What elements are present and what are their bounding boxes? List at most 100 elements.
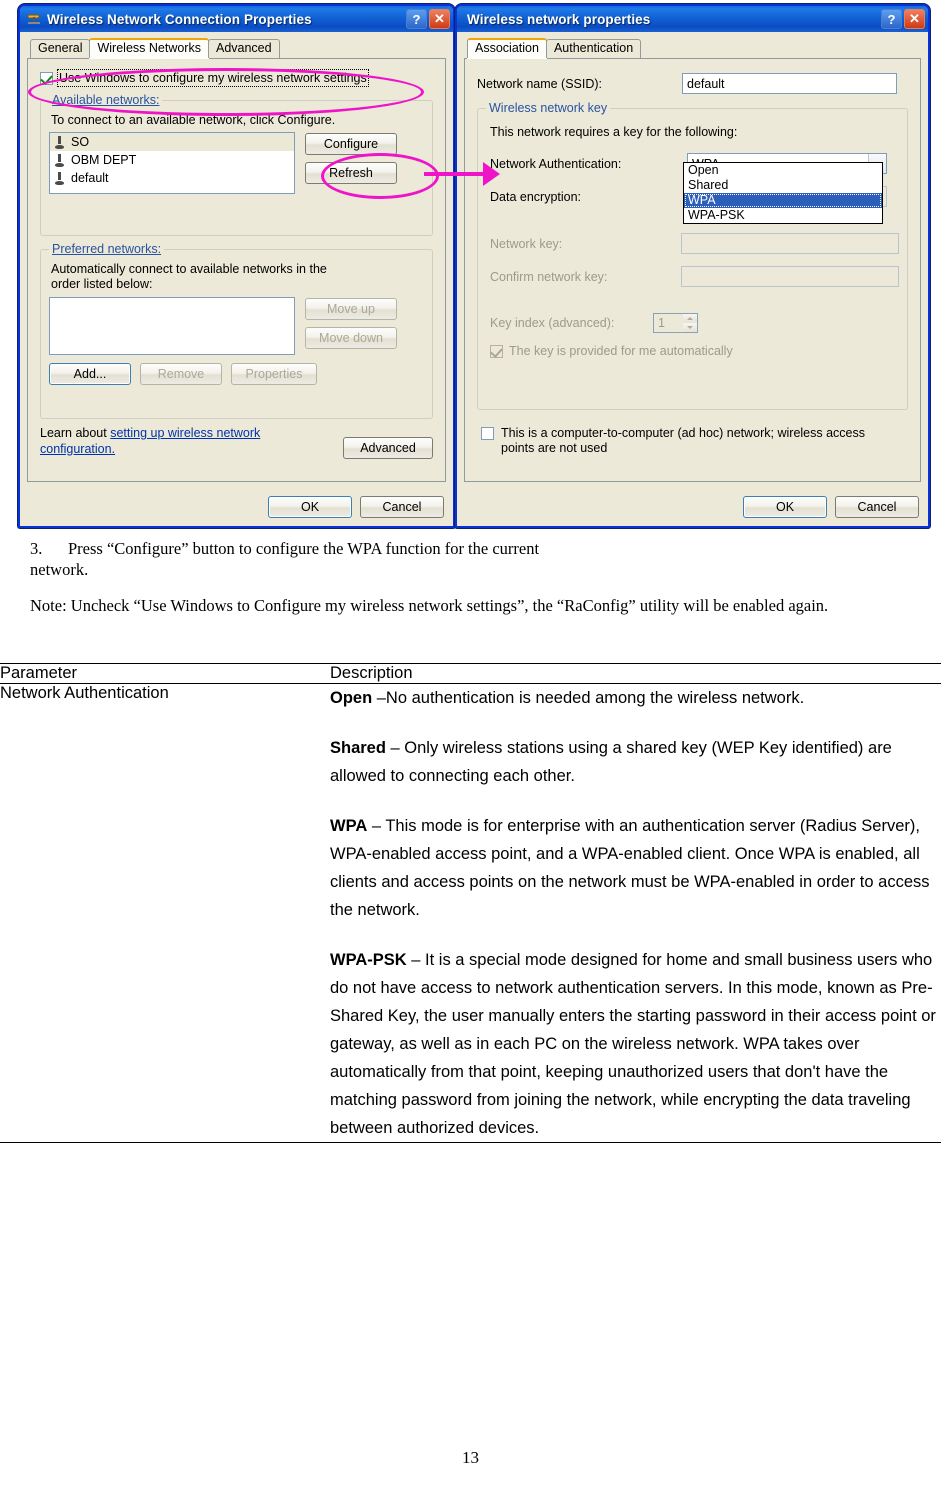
use-windows-checkbox-label: Use Windows to configure my wireless net… bbox=[57, 69, 369, 87]
use-windows-checkbox[interactable] bbox=[40, 71, 53, 85]
access-point-icon bbox=[55, 171, 64, 185]
network-authentication-dropdown-list[interactable]: Open Shared WPA WPA-PSK bbox=[683, 162, 883, 224]
confirm-network-key-label: Confirm network key: bbox=[490, 269, 608, 284]
network-key-input[interactable] bbox=[680, 233, 899, 254]
access-point-icon bbox=[55, 135, 64, 149]
association-tab-page: Network name (SSID): default Wireless ne… bbox=[464, 58, 921, 482]
remove-button[interactable]: Remove bbox=[140, 363, 222, 385]
wireless-networks-tab-page: Use Windows to configure my wireless net… bbox=[27, 58, 446, 482]
move-down-button[interactable]: Move down bbox=[305, 327, 397, 349]
cancel-button[interactable]: Cancel bbox=[360, 496, 444, 518]
help-button[interactable]: ? bbox=[881, 9, 902, 29]
advanced-button[interactable]: Advanced bbox=[343, 437, 433, 459]
text-wpa: – This mode is for enterprise with an au… bbox=[330, 817, 930, 919]
use-windows-checkbox-row[interactable]: Use Windows to configure my wireless net… bbox=[40, 69, 435, 87]
right-dialog-body: Association Authentication Network name … bbox=[457, 32, 928, 526]
description-paragraph-open: Open –No authentication is needed among … bbox=[330, 684, 941, 712]
configure-button[interactable]: Configure bbox=[305, 133, 397, 155]
list-item[interactable]: OBM DEPT bbox=[50, 151, 294, 169]
right-dialog-tabs: Association Authentication bbox=[464, 38, 921, 58]
list-item[interactable]: SO bbox=[50, 133, 294, 151]
wireless-network-connection-properties-dialog: Wireless Network Connection Properties ?… bbox=[18, 4, 455, 528]
tab-general[interactable]: General bbox=[30, 39, 91, 58]
adhoc-checkbox-row[interactable]: This is a computer-to-computer (ad hoc) … bbox=[481, 426, 910, 456]
cancel-button[interactable]: Cancel bbox=[835, 496, 919, 518]
step-3: 3. Press “Configure” button to configure… bbox=[30, 538, 550, 580]
wireless-network-properties-dialog: Wireless network properties ? ✕ Associat… bbox=[455, 4, 930, 528]
term-shared: Shared bbox=[330, 739, 386, 757]
ok-button[interactable]: OK bbox=[268, 496, 352, 518]
text-wpapsk: – It is a special mode designed for home… bbox=[330, 951, 936, 1137]
stepper-up-icon[interactable] bbox=[683, 314, 697, 323]
tab-advanced[interactable]: Advanced bbox=[207, 39, 280, 58]
table-row: Network Authentication Open –No authenti… bbox=[0, 683, 941, 1143]
left-dialog-titlebar: Wireless Network Connection Properties ?… bbox=[20, 6, 453, 32]
adhoc-checkbox[interactable] bbox=[481, 427, 494, 440]
key-index-label: Key index (advanced): bbox=[490, 316, 615, 330]
ok-button[interactable]: OK bbox=[743, 496, 827, 518]
confirm-network-key-input[interactable] bbox=[680, 266, 899, 287]
key-index-stepper[interactable]: 1 bbox=[653, 313, 698, 333]
term-wpa: WPA bbox=[330, 817, 368, 835]
preferred-networks-group: Preferred networks: Automatically connec… bbox=[40, 242, 433, 419]
access-point-icon bbox=[55, 153, 64, 167]
properties-button[interactable]: Properties bbox=[231, 363, 317, 385]
dropdown-option[interactable]: Open bbox=[684, 163, 882, 178]
auto-key-checkbox[interactable] bbox=[490, 344, 503, 358]
help-button[interactable]: ? bbox=[406, 9, 427, 29]
close-icon[interactable]: ✕ bbox=[429, 9, 450, 29]
add-button[interactable]: Add... bbox=[49, 363, 131, 385]
tab-wireless-networks[interactable]: Wireless Networks bbox=[89, 38, 209, 58]
network-name: OBM DEPT bbox=[71, 153, 137, 167]
screenshot-figure: Wireless Network Connection Properties ?… bbox=[0, 0, 941, 530]
wireless-network-key-legend: Wireless network key bbox=[486, 101, 611, 115]
left-dialog-button-row: OK Cancel bbox=[268, 496, 444, 518]
text-shared: – Only wireless stations using a shared … bbox=[330, 739, 892, 785]
auto-key-checkbox-row[interactable]: The key is provided for me automatically bbox=[490, 344, 899, 358]
network-key-label: Network key: bbox=[490, 236, 563, 251]
available-networks-instruction: To connect to an available network, clic… bbox=[51, 113, 336, 127]
dropdown-option[interactable]: WPA-PSK bbox=[684, 208, 882, 223]
header-parameter: Parameter bbox=[0, 663, 330, 684]
header-description: Description bbox=[330, 663, 941, 684]
dropdown-option[interactable]: Shared bbox=[684, 178, 882, 193]
network-key-row: Network key: bbox=[490, 233, 899, 254]
right-dialog-button-row: OK Cancel bbox=[743, 496, 919, 518]
network-authentication-label: Network Authentication: bbox=[490, 156, 622, 171]
available-networks-listbox[interactable]: SO OBM DEPT default bbox=[49, 132, 295, 194]
dropdown-option-selected[interactable]: WPA bbox=[684, 193, 882, 208]
annotation-arrow-line bbox=[424, 172, 486, 176]
confirm-network-key-row: Confirm network key: bbox=[490, 266, 899, 287]
cell-description: Open –No authentication is needed among … bbox=[330, 683, 941, 1143]
page-number: 13 bbox=[462, 1448, 479, 1467]
parameter-description-table: Parameter Description Network Authentica… bbox=[0, 663, 941, 1143]
auto-key-checkbox-label: The key is provided for me automatically bbox=[509, 344, 733, 358]
note-text: Note: Uncheck “Use Windows to Configure … bbox=[30, 596, 829, 615]
available-networks-legend: Available networks: bbox=[49, 93, 163, 107]
text-open: –No authentication is needed among the w… bbox=[372, 689, 805, 707]
description-paragraph-wpapsk: WPA-PSK – It is a special mode designed … bbox=[330, 946, 941, 1142]
learn-about-prefix: Learn about bbox=[40, 426, 111, 440]
network-name: default bbox=[71, 171, 109, 185]
right-dialog-titlebar-buttons: ? ✕ bbox=[881, 9, 925, 29]
close-icon[interactable]: ✕ bbox=[904, 9, 925, 29]
description-paragraph-wpa: WPA – This mode is for enterprise with a… bbox=[330, 812, 941, 924]
stepper-down-icon[interactable] bbox=[683, 323, 697, 332]
data-encryption-label: Data encryption: bbox=[490, 189, 582, 204]
refresh-button[interactable]: Refresh bbox=[305, 162, 397, 184]
move-up-button[interactable]: Move up bbox=[305, 298, 397, 320]
tab-authentication[interactable]: Authentication bbox=[545, 39, 642, 58]
list-item[interactable]: default bbox=[50, 169, 294, 187]
preferred-networks-listbox[interactable] bbox=[49, 297, 295, 355]
right-dialog-titlebar: Wireless network properties ? ✕ bbox=[457, 6, 928, 32]
ssid-row: Network name (SSID): default bbox=[477, 73, 910, 94]
left-dialog-body: General Wireless Networks Advanced Use W… bbox=[20, 32, 453, 526]
ssid-input[interactable]: default bbox=[682, 73, 897, 94]
adhoc-checkbox-label: This is a computer-to-computer (ad hoc) … bbox=[501, 426, 866, 455]
preferred-networks-legend: Preferred networks: bbox=[49, 242, 165, 256]
tab-association[interactable]: Association bbox=[467, 38, 547, 58]
network-adapter-icon bbox=[26, 11, 42, 27]
ssid-label: Network name (SSID): bbox=[477, 76, 603, 91]
description-paragraph-shared: Shared – Only wireless stations using a … bbox=[330, 734, 941, 790]
cell-parameter: Network Authentication bbox=[0, 683, 330, 1143]
